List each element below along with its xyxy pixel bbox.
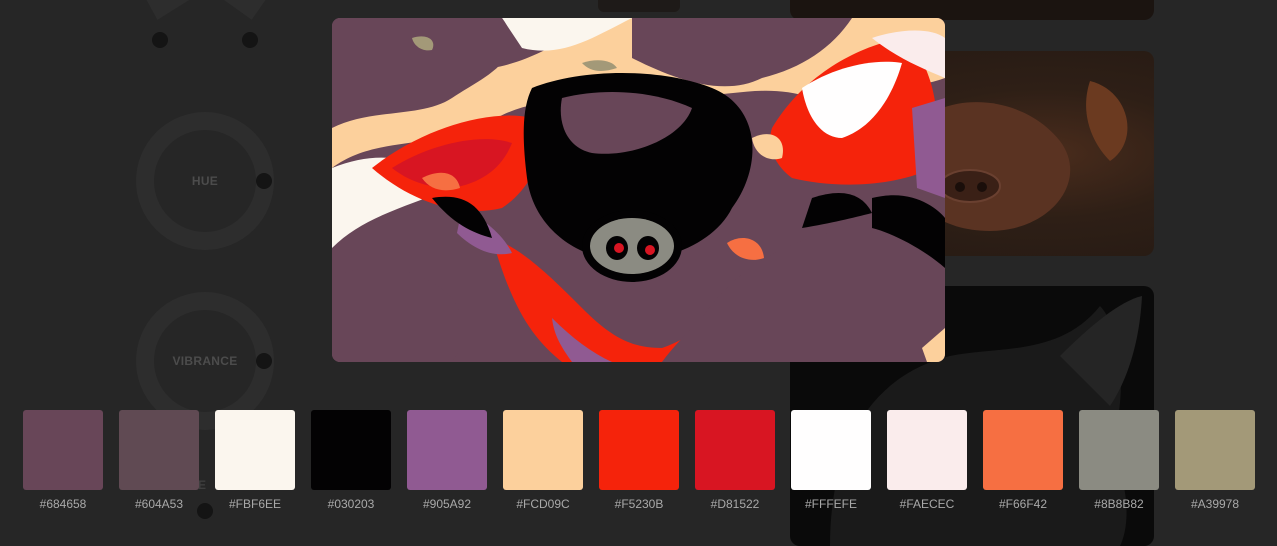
palette-swatch[interactable]: #FFFEFE: [791, 410, 871, 511]
color-swatch[interactable]: [599, 410, 679, 490]
posterized-image-preview: [332, 18, 945, 362]
background-knob: [242, 32, 258, 48]
color-swatch[interactable]: [503, 410, 583, 490]
palette-swatch[interactable]: #F5230B: [599, 410, 679, 511]
hue-dial-knob[interactable]: [256, 173, 272, 189]
color-swatch[interactable]: [983, 410, 1063, 490]
palette-swatch[interactable]: #D81522: [695, 410, 775, 511]
hex-label: #FAECEC: [899, 497, 955, 511]
color-swatch[interactable]: [1079, 410, 1159, 490]
palette-swatch[interactable]: #684658: [23, 410, 103, 511]
hex-label: #FBF6EE: [228, 497, 282, 511]
hex-label: #F66F42: [998, 497, 1048, 511]
color-swatch[interactable]: [1175, 410, 1255, 490]
background-thumbnail-strip: [598, 0, 680, 12]
hex-label: #FFFEFE: [804, 497, 857, 511]
color-swatch[interactable]: [407, 410, 487, 490]
hue-dial[interactable]: HUE: [136, 112, 274, 250]
hex-label: #D81522: [710, 497, 760, 511]
palette-swatch[interactable]: #604A53: [119, 410, 199, 511]
hex-label: #030203: [327, 497, 375, 511]
hex-label: #8B8B82: [1094, 497, 1144, 511]
color-swatch[interactable]: [23, 410, 103, 490]
chevron-shape-icon: [146, 0, 266, 20]
color-swatch[interactable]: [119, 410, 199, 490]
hex-label: #604A53: [134, 497, 184, 511]
hex-label: #FCD09C: [516, 497, 570, 511]
vibrance-dial-label: VIBRANCE: [172, 354, 238, 368]
palette-swatch[interactable]: #FBF6EE: [215, 410, 295, 511]
palette-swatch[interactable]: #FCD09C: [503, 410, 583, 511]
color-swatch[interactable]: [791, 410, 871, 490]
hue-dial-label: HUE: [191, 174, 219, 188]
background-thumbnail[interactable]: [790, 0, 1154, 20]
background-knob: [152, 32, 168, 48]
color-swatch[interactable]: [215, 410, 295, 490]
palette-swatch[interactable]: #8B8B82: [1079, 410, 1159, 511]
vibrance-dial-knob[interactable]: [256, 353, 272, 369]
palette-swatch[interactable]: #F66F42: [983, 410, 1063, 511]
palette-swatch[interactable]: #905A92: [407, 410, 487, 511]
color-swatch[interactable]: [887, 410, 967, 490]
hex-label: #A39978: [1190, 497, 1240, 511]
palette-swatch[interactable]: #FAECEC: [887, 410, 967, 511]
palette-swatch[interactable]: #030203: [311, 410, 391, 511]
color-swatch[interactable]: [695, 410, 775, 490]
hex-label: #905A92: [422, 497, 472, 511]
hex-label: #F5230B: [614, 497, 664, 511]
color-swatch[interactable]: [311, 410, 391, 490]
palette-swatch[interactable]: #A39978: [1175, 410, 1255, 511]
hex-label: #684658: [39, 497, 87, 511]
